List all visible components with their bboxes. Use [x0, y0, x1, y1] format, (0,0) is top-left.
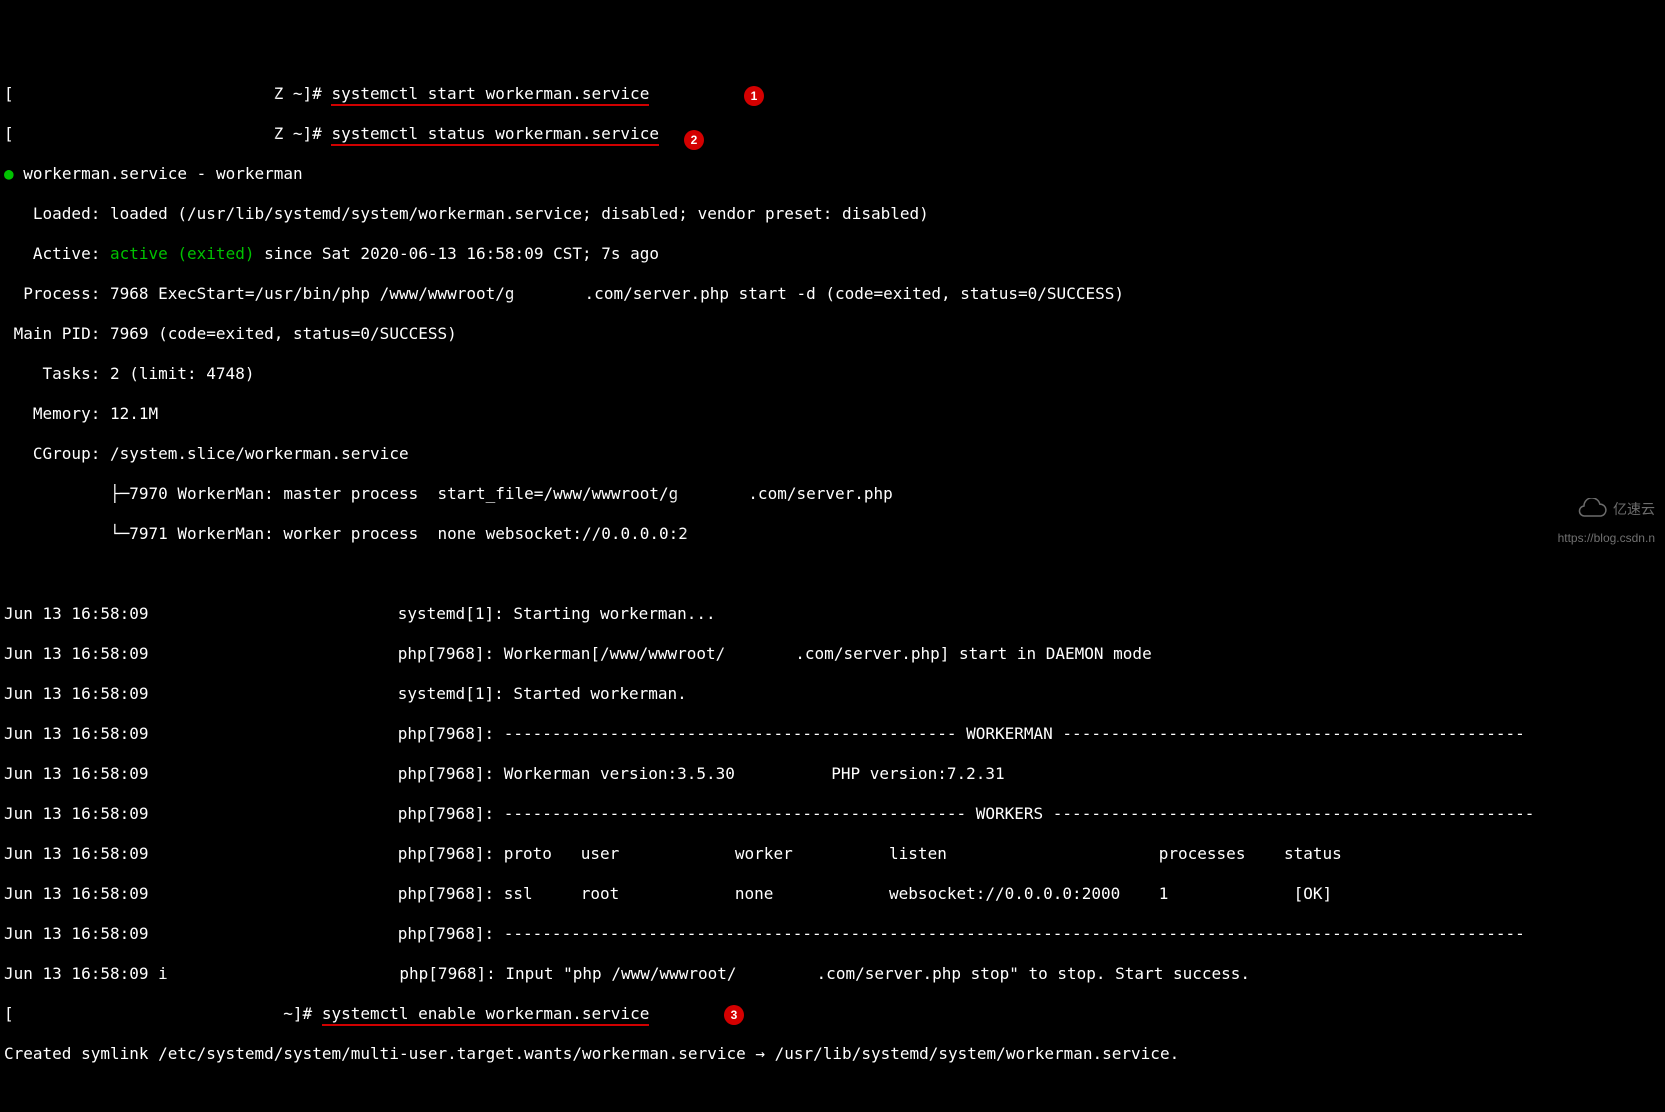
log-line-6: Jun 13 16:58:09 php[7968]: -------------…	[4, 804, 1661, 824]
log-line-4: Jun 13 16:58:09 php[7968]: -------------…	[4, 724, 1661, 744]
badge-2: 2	[684, 130, 704, 150]
status-dot-icon: ●	[4, 164, 14, 183]
prompt-line-3[interactable]: [ ~]# systemctl enable workerman.service…	[4, 1004, 1661, 1024]
cloud-logo-icon: 亿速云	[1573, 498, 1655, 522]
command-enable: systemctl enable workerman.service	[322, 1004, 650, 1026]
log-line-9: Jun 13 16:58:09 php[7968]: -------------…	[4, 924, 1661, 944]
prompt-suffix: Z ~]#	[274, 84, 332, 103]
cgroup-tree-1: ├─7970 WorkerMan: master process start_f…	[4, 484, 1661, 504]
log-line-5: Jun 13 16:58:09 php[7968]: Workerman ver…	[4, 764, 1661, 784]
active-line: Active: active (exited) since Sat 2020-0…	[4, 244, 1661, 264]
active-state: active (exited)	[110, 244, 255, 263]
enable-result: Created symlink /etc/systemd/system/mult…	[4, 1044, 1661, 1064]
log-line-3: Jun 13 16:58:09 systemd[1]: Started work…	[4, 684, 1661, 704]
process-line: Process: 7968 ExecStart=/usr/bin/php /ww…	[4, 284, 1661, 304]
badge-1: 1	[744, 86, 764, 106]
badge-3: 3	[724, 1005, 744, 1025]
cgroup-tree-2: └─7971 WorkerMan: worker process none we…	[4, 524, 1661, 544]
prompt-line-2[interactable]: [Z ~]# systemctl status workerman.servic…	[4, 124, 1661, 144]
log-line-1: Jun 13 16:58:09 systemd[1]: Starting wor…	[4, 604, 1661, 624]
log-line-10: Jun 13 16:58:09 i php[7968]: Input "php …	[4, 964, 1661, 984]
unit-name: workerman.service - workerman	[23, 164, 302, 183]
loaded-line: Loaded: loaded (/usr/lib/systemd/system/…	[4, 204, 1661, 224]
command-start: systemctl start workerman.service	[331, 84, 649, 106]
watermark-text: https://blog.csdn.n	[1558, 531, 1655, 546]
unit-header: ● workerman.service - workerman	[4, 164, 1661, 184]
log-line-2: Jun 13 16:58:09 php[7968]: Workerman[/ww…	[4, 644, 1661, 664]
prompt-suffix: Z ~]#	[274, 124, 332, 143]
prompt-suffix: ~]#	[283, 1004, 322, 1023]
main-pid-line: Main PID: 7969 (code=exited, status=0/SU…	[4, 324, 1661, 344]
cgroup-line: CGroup: /system.slice/workerman.service	[4, 444, 1661, 464]
log-line-7: Jun 13 16:58:09 php[7968]: proto user wo…	[4, 844, 1661, 864]
prompt-line-1[interactable]: [Z ~]# systemctl start workerman.service…	[4, 84, 1661, 104]
command-status: systemctl status workerman.service	[331, 124, 659, 146]
tasks-line: Tasks: 2 (limit: 4748)	[4, 364, 1661, 384]
memory-line: Memory: 12.1M	[4, 404, 1661, 424]
log-line-8: Jun 13 16:58:09 php[7968]: ssl root none…	[4, 884, 1661, 904]
